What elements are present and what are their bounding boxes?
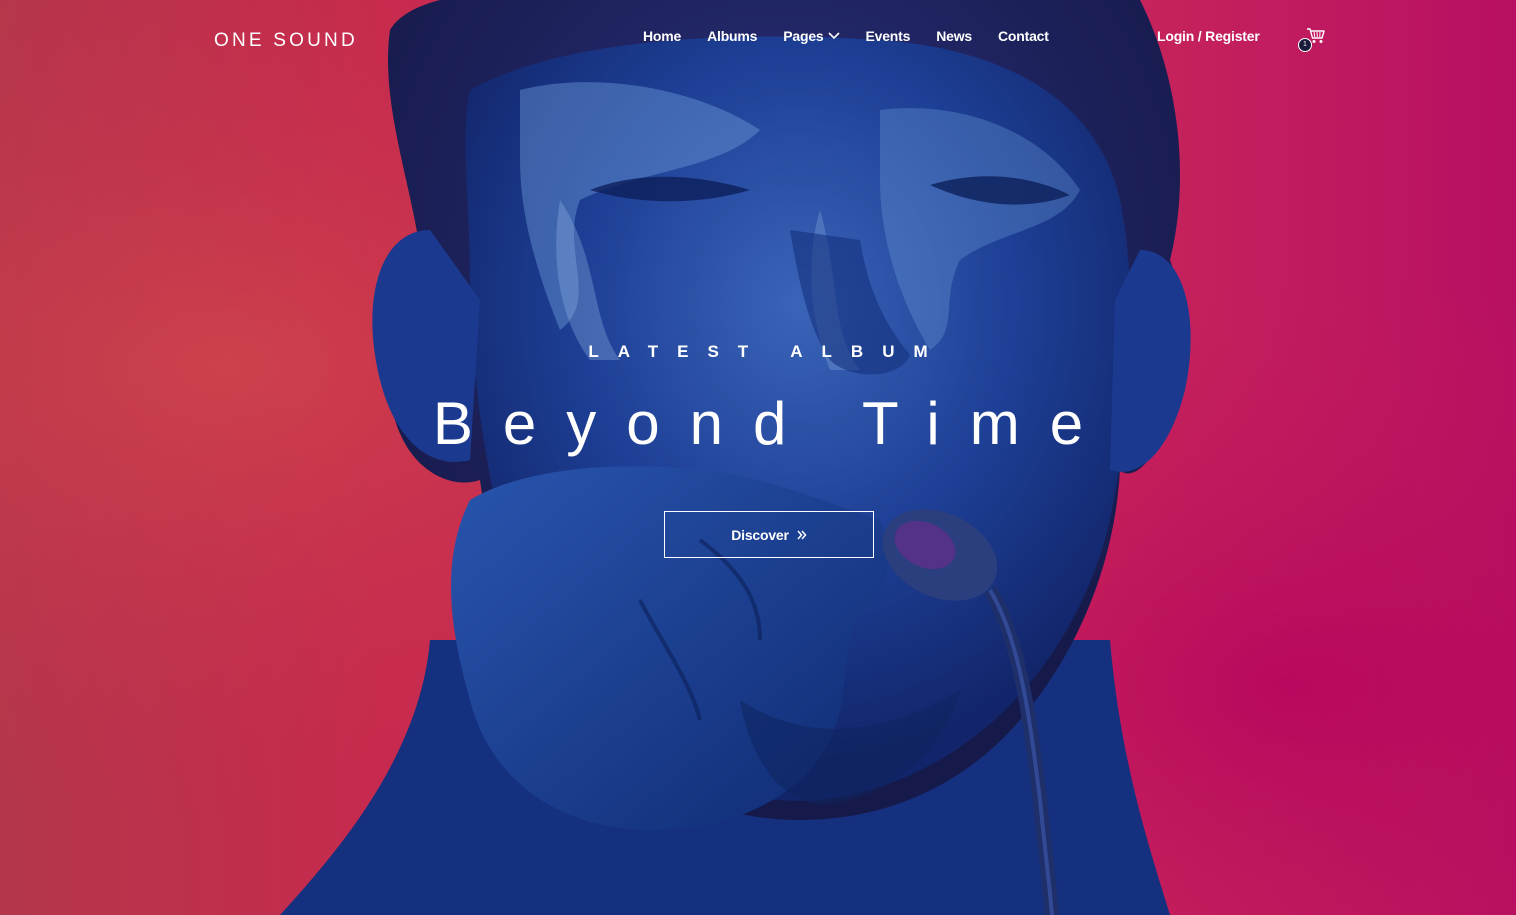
discover-button[interactable]: Discover xyxy=(664,511,874,558)
discover-label: Discover xyxy=(731,526,789,543)
page: ONE SOUND Home Albums Pages Events News xyxy=(0,0,1516,915)
hero-subtitle: LATEST ALBUM xyxy=(588,342,947,361)
hero-title: Beyond Time xyxy=(432,390,1114,457)
hero-section: LATEST ALBUM Beyond Time Discover xyxy=(0,0,1516,915)
double-chevron-right-icon xyxy=(797,527,807,543)
